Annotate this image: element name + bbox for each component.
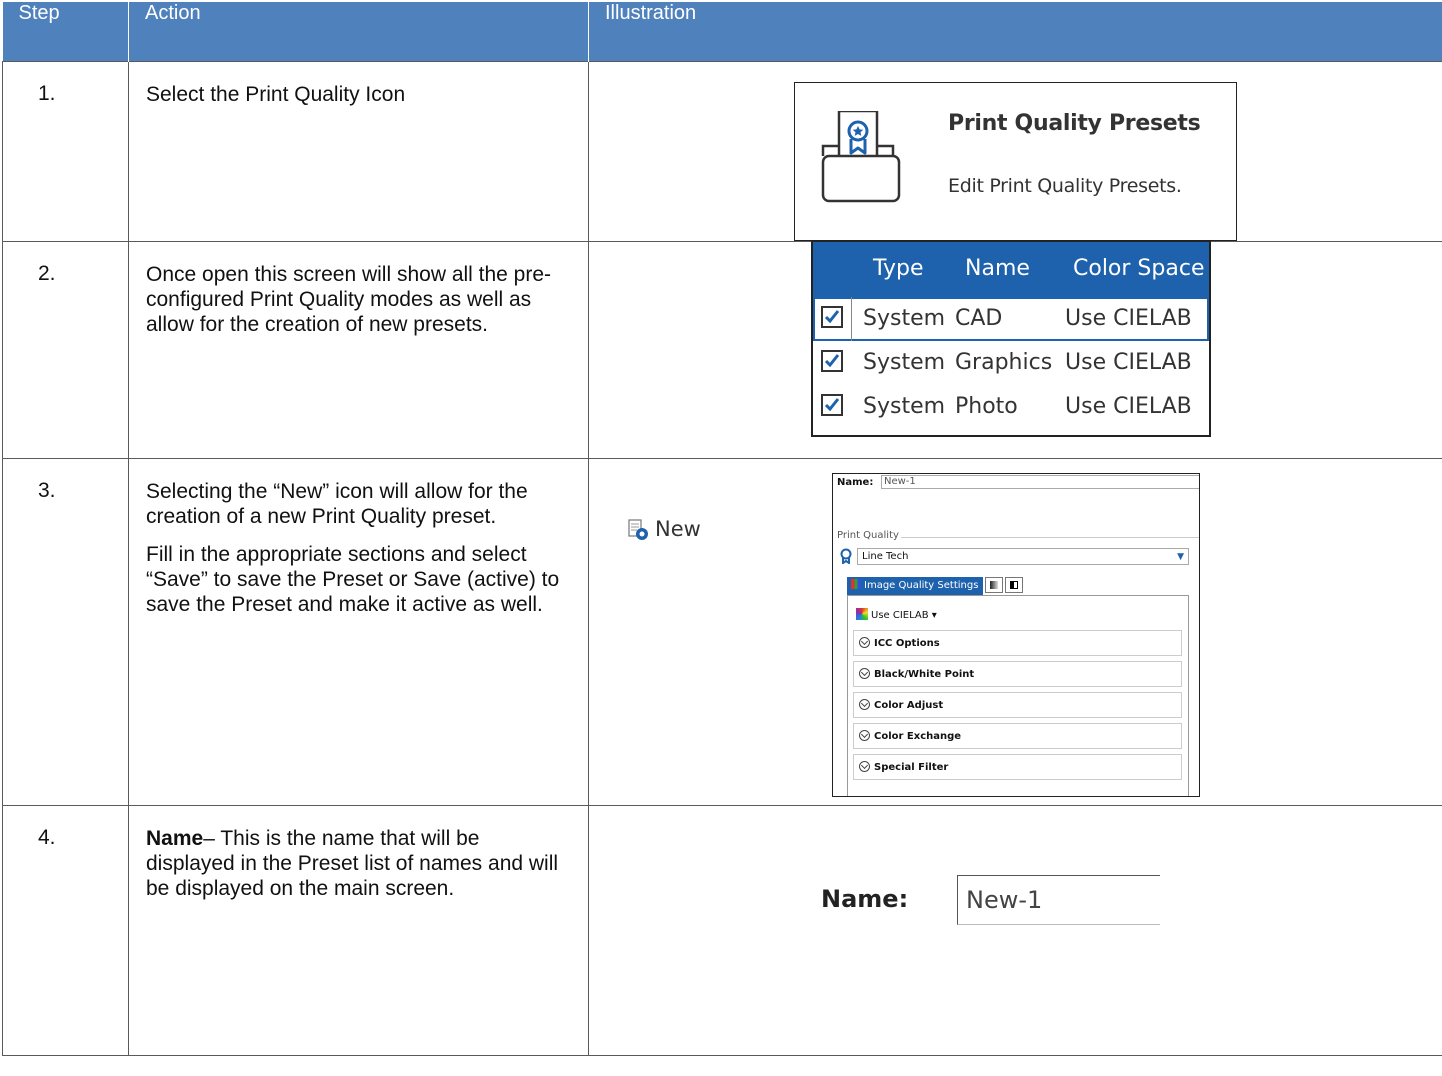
action-paragraph: Fill in the appropriate sections and sel… <box>146 543 560 616</box>
action-paragraph: Selecting the “New” icon will allow for … <box>146 480 528 528</box>
cell-name: Graphics <box>955 350 1053 375</box>
cell-color-space: Use CIELAB <box>1065 306 1192 331</box>
chevron-down-icon: ▼ <box>1177 552 1184 562</box>
section-label: Color Adjust <box>874 700 944 711</box>
table-row: 1. Select the Print Quality Icon Print Q… <box>2 61 1442 242</box>
checkbox[interactable] <box>821 394 843 416</box>
col-name[interactable]: Name <box>965 256 1030 281</box>
row-divider <box>851 297 852 341</box>
action-paragraph: Once open this screen will show all the … <box>146 263 552 336</box>
print-quality-icon <box>821 111 901 203</box>
expand-icon <box>859 637 870 648</box>
section-black-white-point[interactable]: Black/White Point <box>853 661 1182 687</box>
action-bold: Name <box>146 827 204 850</box>
action-paragraph: Name– This is the name that will be disp… <box>146 826 570 901</box>
preset-editor-dialog: Name: New-1 Print Quality Line Tech ▼ Im… <box>832 473 1200 797</box>
expand-icon <box>859 730 870 741</box>
name-label: Name: <box>837 477 874 488</box>
expand-icon <box>859 761 870 772</box>
section-label: ICC Options <box>874 638 940 649</box>
table-row: 4. Name– This is the name that will be d… <box>2 805 1442 1056</box>
tile-subtitle: Edit Print Quality Presets. <box>948 175 1182 197</box>
cell-type: System <box>863 394 946 419</box>
step-number: 1. <box>2 61 129 242</box>
table-row: 2. Once open this screen will show all t… <box>2 240 1442 459</box>
color-mode-dropdown[interactable]: Use CIELAB ▾ <box>856 608 937 621</box>
section-color-exchange[interactable]: Color Exchange <box>853 723 1182 749</box>
section-label: Black/White Point <box>874 669 975 680</box>
section-label: Color Exchange <box>874 731 962 742</box>
tab-label: Image Quality Settings <box>864 580 979 591</box>
cell-type: System <box>863 306 946 331</box>
header-action: Action <box>128 2 589 62</box>
ribbon-icon <box>840 548 852 564</box>
expand-icon <box>859 699 870 710</box>
new-label: New <box>655 517 701 541</box>
color-bars-icon <box>851 579 861 589</box>
grid-row[interactable]: System Graphics Use CIELAB <box>813 341 1209 385</box>
illustration-cell: Name: New-1 <box>588 805 1442 1056</box>
grid-row[interactable]: System Photo Use CIELAB <box>813 385 1209 429</box>
grid-row[interactable]: System CAD Use CIELAB <box>813 297 1209 341</box>
grid-header: Type Name Color Space <box>813 242 1209 297</box>
table-row: 3. Selecting the “New” icon will allow f… <box>2 458 1442 806</box>
presets-grid: Type Name Color Space System CAD Use CIE… <box>811 240 1211 437</box>
print-quality-presets-tile[interactable]: Print Quality Presets Edit Print Quality… <box>794 82 1237 241</box>
action-text: Name– This is the name that will be disp… <box>128 805 589 1056</box>
step-number: 4. <box>2 805 129 1056</box>
cell-name: CAD <box>955 306 1003 331</box>
section-icc-options[interactable]: ICC Options <box>853 630 1182 656</box>
illustration-cell: Type Name Color Space System CAD Use CIE… <box>588 240 1442 459</box>
col-type[interactable]: Type <box>873 256 924 281</box>
cell-color-space: Use CIELAB <box>1065 394 1192 419</box>
action-text: Select the Print Quality Icon <box>128 61 589 242</box>
name-field[interactable]: New-1 <box>881 475 1199 489</box>
tab-mono[interactable] <box>1005 577 1024 593</box>
mono-icon <box>1010 581 1019 589</box>
group-label: Print Quality <box>837 530 899 541</box>
group-divider <box>901 537 1199 538</box>
tab-bar: Image Quality Settings <box>847 577 1024 595</box>
select-value: Line Tech <box>862 551 909 562</box>
action-paragraph: Select the Print Quality Icon <box>146 83 406 106</box>
tab-grayscale[interactable] <box>985 577 1004 593</box>
new-button[interactable]: New <box>627 517 701 541</box>
steps-table: Step Action Illustration 1. Select the P… <box>2 2 1442 1056</box>
cell-type: System <box>863 350 946 375</box>
checkbox[interactable] <box>821 350 843 372</box>
cell-color-space: Use CIELAB <box>1065 350 1192 375</box>
header-illustration: Illustration <box>588 2 1442 62</box>
expand-icon <box>859 668 870 679</box>
table-header: Step Action Illustration <box>2 2 1442 62</box>
print-quality-select[interactable]: Line Tech ▼ <box>857 548 1189 565</box>
step-number: 2. <box>2 241 129 459</box>
section-label: Special Filter <box>874 762 949 773</box>
cell-name: Photo <box>955 394 1018 419</box>
illustration-cell: Print Quality Presets Edit Print Quality… <box>588 61 1442 242</box>
checkbox[interactable] <box>821 306 843 328</box>
grayscale-icon <box>990 581 999 589</box>
step-number: 3. <box>2 458 129 806</box>
tab-image-quality-settings[interactable]: Image Quality Settings <box>847 577 984 595</box>
action-rest: – This is the name that will be displaye… <box>146 827 559 900</box>
new-preset-icon <box>628 519 648 540</box>
settings-panel: Use CIELAB ▾ ICC Options Black/White Poi… <box>847 595 1189 796</box>
name-label: Name: <box>821 885 909 913</box>
action-text: Selecting the “New” icon will allow for … <box>128 458 589 806</box>
color-mode-label: Use CIELAB ▾ <box>871 610 937 621</box>
section-special-filter[interactable]: Special Filter <box>853 754 1182 780</box>
section-color-adjust[interactable]: Color Adjust <box>853 692 1182 718</box>
header-step: Step <box>2 2 129 62</box>
name-field[interactable]: New-1 <box>957 875 1160 925</box>
action-text: Once open this screen will show all the … <box>128 241 589 459</box>
col-color-space[interactable]: Color Space <box>1073 256 1204 281</box>
color-mode-icon <box>856 608 868 620</box>
illustration-cell: New Name: New-1 Print Quality Line Tech … <box>588 458 1442 806</box>
tile-title: Print Quality Presets <box>948 111 1201 136</box>
